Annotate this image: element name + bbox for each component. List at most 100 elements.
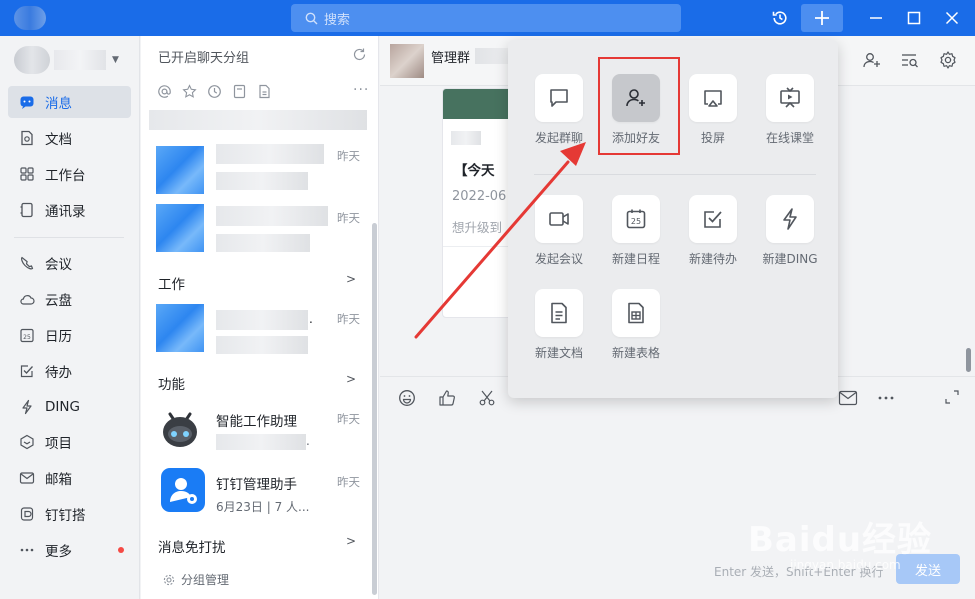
sidebar-item-docs[interactable]: 文档 xyxy=(8,122,131,154)
sidebar-item-more[interactable]: 更多 xyxy=(8,534,131,566)
chevron-right-icon[interactable]: > xyxy=(346,372,356,386)
ding-icon xyxy=(22,399,32,415)
group-chat-icon xyxy=(550,89,568,107)
create-button[interactable] xyxy=(801,4,843,32)
filter-bar xyxy=(157,84,272,99)
add-member-icon[interactable] xyxy=(862,50,882,70)
refresh-icon[interactable] xyxy=(352,47,367,62)
emoji-icon[interactable] xyxy=(398,389,416,407)
tile-box xyxy=(766,195,814,243)
chevron-right-icon[interactable]: > xyxy=(346,272,356,286)
history-button[interactable] xyxy=(766,4,794,32)
tile-label: 新建文档 xyxy=(534,346,583,360)
search-icon xyxy=(305,12,318,24)
blurred-preview xyxy=(216,336,308,354)
tile-start-group-chat[interactable]: 发起群聊 xyxy=(524,74,594,146)
sidebar-item-label: 更多 xyxy=(45,544,72,560)
tile-new-sheet[interactable]: 新建表格 xyxy=(601,289,671,361)
settings-icon[interactable] xyxy=(938,50,958,70)
caret-down-icon: ▼ xyxy=(112,55,119,65)
blurred-card-text xyxy=(451,131,481,145)
project-icon xyxy=(20,434,34,450)
conversation-avatar xyxy=(156,146,204,194)
tile-label: 新建表格 xyxy=(611,346,660,360)
preview-suffix: . xyxy=(306,434,310,448)
tile-label: 在线课堂 xyxy=(765,131,814,145)
message-icon xyxy=(20,96,34,109)
timestamp: 昨天 xyxy=(337,211,360,225)
search-messages-icon[interactable] xyxy=(900,50,920,70)
sidebar-item-meeting[interactable]: 会议 xyxy=(8,247,131,279)
dingda-icon xyxy=(20,507,34,521)
sidebar: ▼ 消息 文档 工作台 通讯录 会议 云盘 25 日历 待办 DING 项目 邮… xyxy=(0,36,140,599)
sidebar-item-dingda[interactable]: 钉钉搭 xyxy=(8,498,131,530)
more-options-icon[interactable]: ··· xyxy=(353,82,369,98)
chat-scrollbar[interactable] xyxy=(966,348,971,372)
minimize-button[interactable] xyxy=(862,4,890,32)
watermark-logo: Baidu经验 xyxy=(748,520,933,560)
group-functions[interactable]: 功能 xyxy=(158,373,185,393)
sidebar-item-calendar[interactable]: 25 日历 xyxy=(8,319,131,351)
sidebar-item-project[interactable]: 项目 xyxy=(8,426,131,458)
sidebar-item-todo[interactable]: 待办 xyxy=(8,355,131,387)
scissors-icon[interactable] xyxy=(478,389,496,407)
sidebar-item-cloud[interactable]: 云盘 xyxy=(8,283,131,315)
timestamp: 昨天 xyxy=(337,412,360,426)
sidebar-item-mail[interactable]: 邮箱 xyxy=(8,462,131,494)
group-work[interactable]: 工作 xyxy=(158,273,185,293)
tile-new-ding[interactable]: 新建DING xyxy=(755,195,825,267)
close-button[interactable] xyxy=(938,4,966,32)
sidebar-item-ding[interactable]: DING xyxy=(8,391,131,423)
new-todo-icon xyxy=(704,211,722,228)
search-input[interactable]: 搜索 xyxy=(291,4,681,32)
tile-new-doc[interactable]: 新建文档 xyxy=(524,289,594,361)
todo-icon xyxy=(20,365,33,378)
schedule-glyph: 25 xyxy=(631,217,641,226)
sidebar-item-contacts[interactable]: 通讯录 xyxy=(8,194,131,226)
maximize-icon xyxy=(907,11,921,25)
video-meeting-icon xyxy=(549,212,569,226)
sidebar-item-label: 云盘 xyxy=(45,293,72,309)
gear-icon xyxy=(163,574,175,585)
tile-label: 发起群聊 xyxy=(534,131,583,145)
account-switcher[interactable]: ▼ xyxy=(14,46,119,74)
blurred-conversation xyxy=(149,110,367,130)
app-logo xyxy=(14,6,46,30)
tile-box xyxy=(535,195,583,243)
scrollbar[interactable] xyxy=(372,223,377,595)
sidebar-item-label: 文档 xyxy=(45,132,72,148)
sidebar-item-messages[interactable]: 消息 xyxy=(8,86,131,118)
star-icon[interactable] xyxy=(182,84,197,99)
blurred-preview xyxy=(216,172,308,190)
group-manage-button[interactable]: 分组管理 xyxy=(163,571,229,588)
tile-label: 新建DING xyxy=(762,252,818,266)
mention-icon[interactable] xyxy=(157,84,172,99)
sidebar-item-workbench[interactable]: 工作台 xyxy=(8,158,131,190)
new-sheet-icon xyxy=(628,302,644,324)
blurred-name xyxy=(216,144,324,164)
expand-icon[interactable] xyxy=(944,389,960,405)
card-subtitle: 想升级到 xyxy=(452,220,503,235)
chevron-right-icon[interactable]: > xyxy=(346,534,356,548)
group-muted[interactable]: 消息免打扰 xyxy=(158,536,226,556)
conversation-list: 已开启聊天分组 ··· 昨天 昨天 工作 > . 昨天 功能 > 智能工作助理 … xyxy=(141,36,379,599)
tile-online-class[interactable]: 在线课堂 xyxy=(755,74,825,146)
tile-label: 发起会议 xyxy=(534,252,583,266)
more-tools-icon[interactable] xyxy=(877,389,895,407)
thumbs-up-icon[interactable] xyxy=(438,389,456,407)
card-title: 【今天 xyxy=(454,163,495,179)
file-icon[interactable] xyxy=(257,84,272,99)
tile-start-meeting[interactable]: 发起会议 xyxy=(524,195,594,267)
new-ding-icon xyxy=(783,208,797,230)
maximize-button[interactable] xyxy=(900,4,928,32)
tile-screencast[interactable]: 投屏 xyxy=(678,74,748,146)
mail-icon[interactable] xyxy=(838,389,858,407)
plus-icon xyxy=(815,11,829,25)
archive-icon[interactable] xyxy=(232,84,247,99)
tile-new-schedule[interactable]: 25 新建日程 xyxy=(601,195,671,267)
clock-icon[interactable] xyxy=(207,84,222,99)
tile-new-todo[interactable]: 新建待办 xyxy=(678,195,748,267)
group-status-label: 已开启聊天分组 xyxy=(158,51,250,66)
screencast-icon xyxy=(704,90,722,107)
calendar-icon: 25 xyxy=(20,328,34,343)
